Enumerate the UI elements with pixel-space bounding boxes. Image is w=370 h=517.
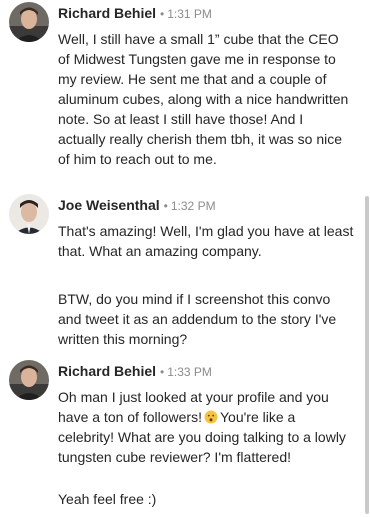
sender-name[interactable]: Joe Weisenthal [58, 197, 160, 213]
message-text: BTW, do you mind if I screenshot this co… [58, 291, 337, 347]
timestamp: 1:31 PM [167, 7, 212, 21]
separator-dot: • [163, 199, 168, 213]
message-text: Oh man I just looked at your profile and… [58, 387, 354, 467]
hushed-face-icon [204, 409, 218, 424]
message-text: Well, I still have a small 1” cube that … [58, 31, 349, 167]
message-thread: Richard Behiel • 1:31 PM Well, I still hav… [0, 0, 362, 517]
separator-dot: • [160, 7, 165, 21]
scrollbar[interactable] [362, 0, 370, 517]
avatar[interactable] [9, 2, 49, 42]
message-text: Yeah feel free :) [58, 491, 157, 507]
sender-name[interactable]: Richard Behiel [58, 5, 156, 21]
message-text: That's amazing! Well, I'm glad you have … [58, 223, 354, 259]
scrollbar-thumb[interactable] [365, 196, 369, 514]
separator-dot: • [160, 365, 165, 379]
avatar[interactable] [9, 360, 49, 400]
message-header: Richard Behiel • 1:31 PM [58, 5, 212, 23]
timestamp: 1:33 PM [167, 365, 212, 379]
message-header: Richard Behiel • 1:33 PM [58, 363, 212, 381]
timestamp: 1:32 PM [170, 199, 216, 213]
avatar[interactable] [9, 194, 49, 234]
message-header: Joe Weisenthal • 1:32 PM [58, 197, 216, 215]
sender-name[interactable]: Richard Behiel [58, 363, 156, 379]
